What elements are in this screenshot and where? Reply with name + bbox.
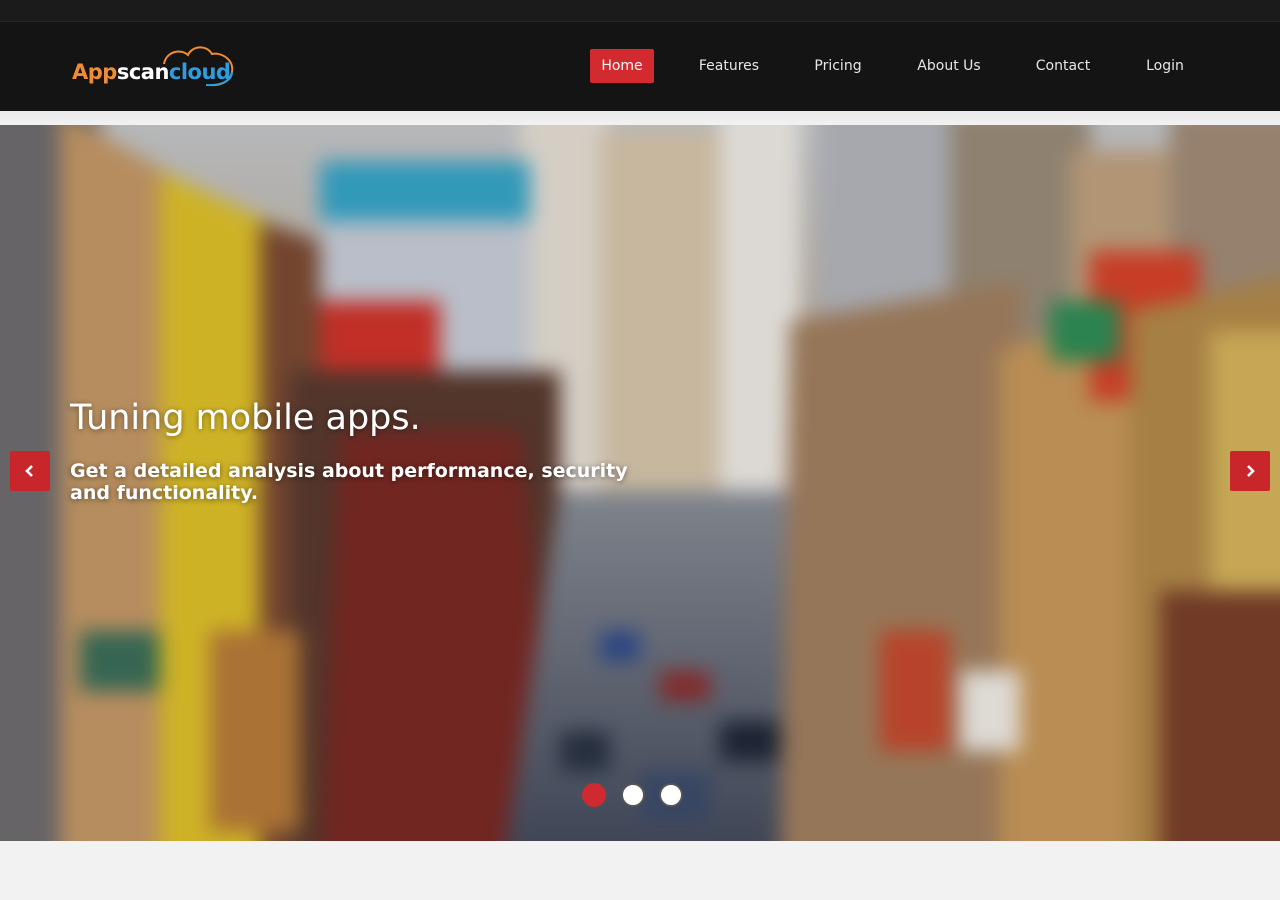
top-bar xyxy=(0,0,1280,22)
hero-slider: Tuning mobile apps. Get a detailed analy… xyxy=(0,111,1280,841)
content-section xyxy=(0,841,1280,900)
slide-indicator-2[interactable] xyxy=(621,783,645,807)
brand-part-app: App xyxy=(72,60,117,84)
brand-logo[interactable]: Appscancloud xyxy=(72,42,242,92)
hero-title: Tuning mobile apps. xyxy=(70,398,421,438)
nav-home[interactable]: Home xyxy=(590,49,654,83)
chevron-right-icon xyxy=(1247,465,1255,477)
slide-indicator-1[interactable] xyxy=(582,783,606,807)
brand-part-cloud: cloud xyxy=(168,60,231,84)
hero-subtitle: Get a detailed analysis about performanc… xyxy=(70,460,628,504)
nav-contact[interactable]: Contact xyxy=(1028,49,1098,83)
nav-pricing[interactable]: Pricing xyxy=(806,49,870,83)
nav-features[interactable]: Features xyxy=(689,49,769,83)
next-slide-button[interactable] xyxy=(1230,451,1270,491)
brand-part-scan: scan xyxy=(116,60,170,84)
hero-top-edge xyxy=(0,111,1280,125)
brand-wordmark: Appscancloud xyxy=(72,60,231,84)
navbar: Appscancloud Home Features Pricing About… xyxy=(0,22,1280,111)
nav-login[interactable]: Login xyxy=(1138,49,1192,83)
nav-about-us[interactable]: About Us xyxy=(909,49,989,83)
chevron-left-icon xyxy=(25,465,33,477)
prev-slide-button[interactable] xyxy=(10,451,50,491)
slide-indicator-3[interactable] xyxy=(659,783,683,807)
